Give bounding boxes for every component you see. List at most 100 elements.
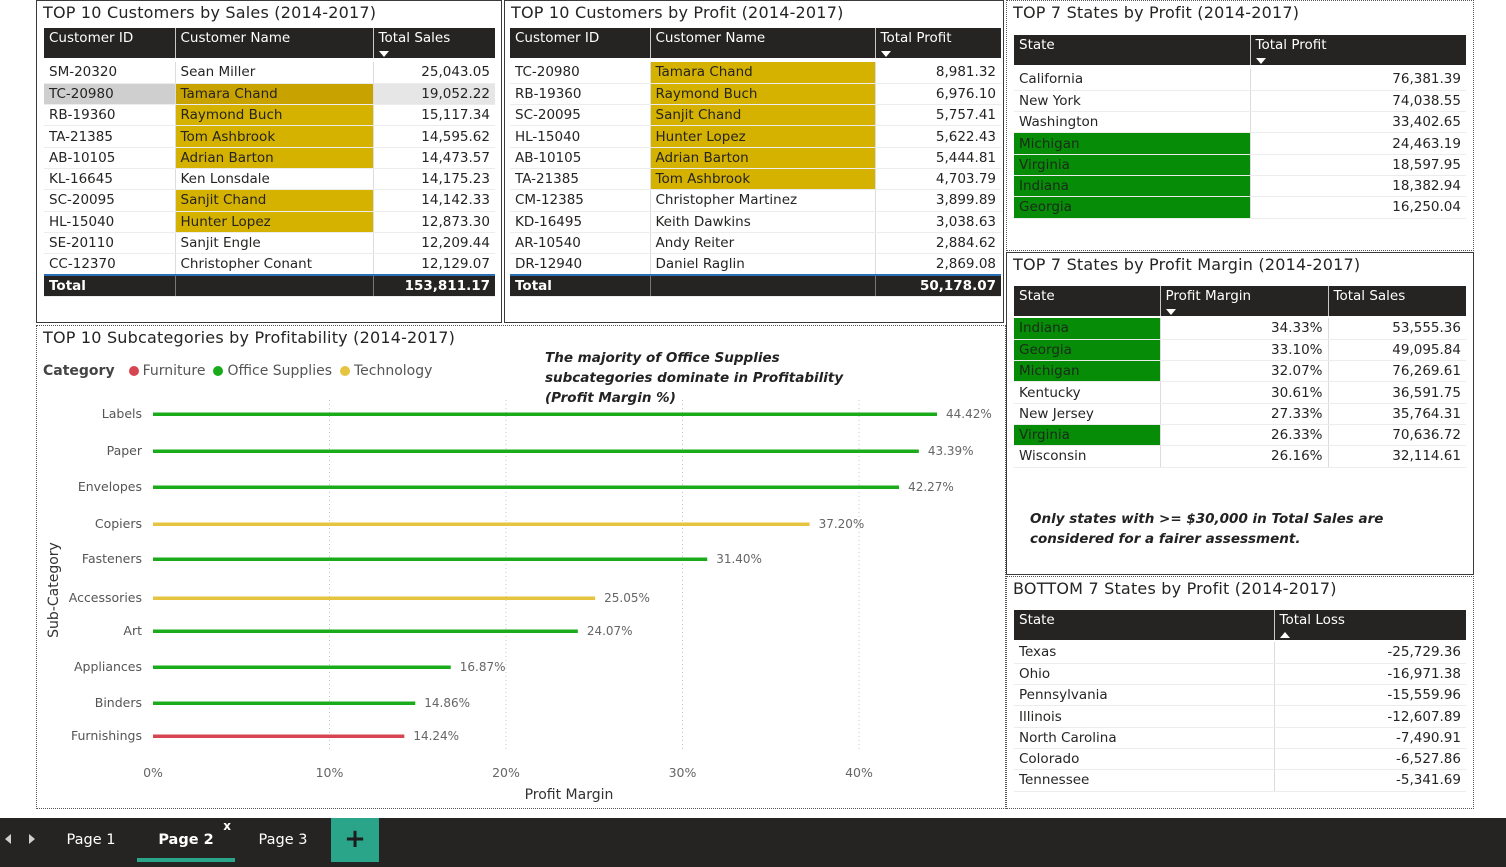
table-row[interactable]: Colorado -6,527.86 <box>1014 748 1466 771</box>
table-row[interactable]: North Carolina -7,490.91 <box>1014 727 1466 749</box>
column-header-total-loss[interactable]: Total Loss <box>1274 610 1466 640</box>
table-row[interactable]: Tennessee -5,341.69 <box>1014 769 1466 792</box>
table-cell: 8,981.32 <box>875 62 1001 84</box>
table-row[interactable]: TC-20980 Tamara Chand 8,981.32 <box>510 62 1001 84</box>
table-row[interactable]: Michigan 32.07% 76,269.61 <box>1014 360 1466 383</box>
table-row[interactable]: New York 74,038.55 <box>1014 90 1466 113</box>
table-row[interactable]: RB-19360 Raymond Buch 15,117.34 <box>44 104 495 127</box>
total-value: 153,811.17 <box>373 273 495 297</box>
close-tab-icon[interactable]: x <box>223 804 231 848</box>
tab-page-2[interactable]: Page 2 x <box>137 818 235 862</box>
column-header-total-profit[interactable]: Total Profit <box>875 28 1001 58</box>
table-cell: 18,597.95 <box>1250 154 1466 176</box>
bar-binders[interactable] <box>153 701 416 706</box>
panel-title: TOP 7 States by Profit Margin (2014-2017… <box>1013 255 1361 274</box>
bar-envelopes[interactable] <box>153 485 900 490</box>
table-row[interactable]: Indiana 18,382.94 <box>1014 175 1466 198</box>
total-label: Total <box>510 273 651 297</box>
table-row[interactable]: Michigan 24,463.19 <box>1014 132 1466 155</box>
column-header-label: Total Loss <box>1279 612 1345 628</box>
bar-copiers[interactable] <box>153 522 810 527</box>
bar-accessories[interactable] <box>153 596 596 601</box>
column-header-customer-name[interactable]: Customer Name <box>175 28 374 58</box>
bar-fasteners[interactable] <box>153 557 708 562</box>
top-customers-profit-panel: TOP 10 Customers by Profit (2014-2017) C… <box>504 0 1004 323</box>
column-header-customer-id[interactable]: Customer ID <box>510 28 651 58</box>
table-row[interactable]: HL-15040 Hunter Lopez 12,873.30 <box>44 211 495 233</box>
table-row[interactable]: HL-15040 Hunter Lopez 5,622.43 <box>510 125 1001 148</box>
top-states-margin-panel: TOP 7 States by Profit Margin (2014-2017… <box>1006 252 1474 575</box>
bar-paper[interactable] <box>153 449 919 454</box>
table-cell: TA-21385 <box>510 168 651 191</box>
table-cell: SC-20095 <box>44 189 176 212</box>
table-row[interactable]: Indiana 34.33% 53,555.36 <box>1014 318 1466 340</box>
table-cell: 36,591.75 <box>1328 381 1466 404</box>
sort-ascending-icon <box>1279 632 1290 638</box>
tab-page-1[interactable]: Page 1 <box>50 818 132 862</box>
table-row[interactable]: Texas -25,729.36 <box>1014 642 1466 664</box>
table-row[interactable]: SC-20095 Sanjit Chand 14,142.33 <box>44 189 495 212</box>
column-header-state[interactable]: State <box>1014 286 1161 316</box>
column-header-total-sales[interactable]: Total Sales <box>373 28 495 58</box>
table-row[interactable]: SC-20095 Sanjit Chand 5,757.41 <box>510 104 1001 127</box>
table-row[interactable]: CC-12370 Christopher Conant 12,129.07 <box>44 253 495 276</box>
data-label: 16.87% <box>460 660 506 674</box>
table-cell: -16,971.38 <box>1274 663 1466 686</box>
column-header-customer-name[interactable]: Customer Name <box>650 28 876 58</box>
table-row[interactable]: Pennsylvania -15,559.96 <box>1014 684 1466 707</box>
table-row[interactable]: Washington 33,402.65 <box>1014 111 1466 134</box>
table-cell: Sean Miller <box>175 62 374 84</box>
table-cell: SE-20110 <box>44 232 176 255</box>
table-cell: -5,341.69 <box>1274 769 1466 792</box>
table-cell: Tennessee <box>1014 769 1275 792</box>
add-page-button[interactable]: + <box>331 818 379 862</box>
table-row[interactable]: AB-10105 Adrian Barton 14,473.57 <box>44 147 495 169</box>
prev-page-arrow-icon[interactable] <box>5 834 11 844</box>
table-row[interactable]: SE-20110 Sanjit Engle 12,209.44 <box>44 232 495 255</box>
bar-labels[interactable] <box>153 412 938 417</box>
table-row[interactable]: New Jersey 27.33% 35,764.31 <box>1014 403 1466 425</box>
bar-furnishings[interactable] <box>153 734 405 739</box>
tab-label: Page 2 <box>158 832 214 848</box>
table-row[interactable]: TC-20980 Tamara Chand 19,052.22 <box>44 83 495 106</box>
table-row[interactable]: CM-12385 Christopher Martinez 3,899.89 <box>510 189 1001 212</box>
column-header-state[interactable]: State <box>1014 610 1275 640</box>
table-row[interactable]: KD-16495 Keith Dawkins 3,038.63 <box>510 211 1001 233</box>
table-row[interactable]: Wisconsin 26.16% 32,114.61 <box>1014 445 1466 468</box>
table-row[interactable]: RB-19360 Raymond Buch 6,976.10 <box>510 83 1001 106</box>
table-cell: 6,976.10 <box>875 83 1001 106</box>
table-row[interactable]: SM-20320 Sean Miller 25,043.05 <box>44 62 495 84</box>
table-row[interactable]: Georgia 16,250.04 <box>1014 196 1466 219</box>
table-row[interactable]: Illinois -12,607.89 <box>1014 705 1466 728</box>
next-page-arrow-icon[interactable] <box>29 834 35 844</box>
y-category-label: Fasteners <box>82 551 142 566</box>
table-row[interactable]: California 76,381.39 <box>1014 69 1466 91</box>
table-row[interactable]: Kentucky 30.61% 36,591.75 <box>1014 381 1466 404</box>
tab-page-3[interactable]: Page 3 <box>240 818 326 862</box>
column-header-profit-margin[interactable]: Profit Margin <box>1160 286 1329 316</box>
column-header-total-profit[interactable]: Total Profit <box>1250 35 1466 65</box>
sort-descending-icon <box>378 51 389 57</box>
table-row[interactable]: Georgia 33.10% 49,095.84 <box>1014 339 1466 362</box>
table-cell: Georgia <box>1014 339 1161 362</box>
y-axis-title: Sub-Category <box>46 542 62 638</box>
table-row[interactable]: DR-12940 Daniel Raglin 2,869.08 <box>510 253 1001 276</box>
y-category-label: Envelopes <box>78 479 142 494</box>
table-row[interactable]: Ohio -16,971.38 <box>1014 663 1466 686</box>
y-category-label: Binders <box>95 695 142 710</box>
bar-appliances[interactable] <box>153 665 451 670</box>
column-header-state[interactable]: State <box>1014 35 1251 65</box>
table-cell: Georgia <box>1014 196 1251 219</box>
table-cell: 70,636.72 <box>1328 424 1466 447</box>
table-row[interactable]: TA-21385 Tom Ashbrook 4,703.79 <box>510 168 1001 191</box>
bar-art[interactable] <box>153 629 578 634</box>
table-row[interactable]: AR-10540 Andy Reiter 2,884.62 <box>510 232 1001 255</box>
table-row[interactable]: KL-16645 Ken Lonsdale 14,175.23 <box>44 168 495 191</box>
table-row[interactable]: Virginia 26.33% 70,636.72 <box>1014 424 1466 447</box>
column-header-customer-id[interactable]: Customer ID <box>44 28 176 58</box>
table-row[interactable]: TA-21385 Tom Ashbrook 14,595.62 <box>44 125 495 148</box>
table-cell: TC-20980 <box>44 83 176 106</box>
column-header-total-sales[interactable]: Total Sales <box>1328 286 1466 316</box>
table-row[interactable]: Virginia 18,597.95 <box>1014 154 1466 176</box>
table-row[interactable]: AB-10105 Adrian Barton 5,444.81 <box>510 147 1001 169</box>
